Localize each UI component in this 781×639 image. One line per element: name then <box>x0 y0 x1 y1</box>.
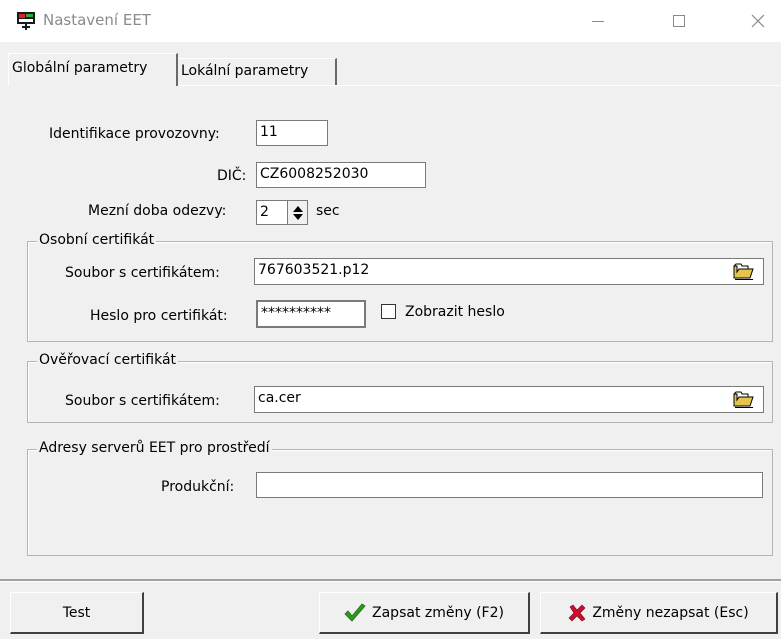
overovaci-certifikat-title: Ověřovací certifikát <box>37 352 179 368</box>
close-button[interactable] <box>735 0 781 42</box>
test-button-label: Test <box>62 604 91 621</box>
checkmark-icon <box>344 602 366 622</box>
window-title: Nastavení EET <box>43 11 151 29</box>
zapsat-zmeny-label: Zapsat změny (F2) <box>372 604 504 621</box>
osobni-soubor-label: Soubor s certifikátem: <box>65 265 220 281</box>
eet-app-icon <box>17 12 35 30</box>
identifikace-label: Identifikace provozovny: <box>49 126 220 142</box>
maximize-icon <box>673 15 685 27</box>
title-bar: Nastavení EET <box>0 0 781 42</box>
heslo-label: Heslo pro certifikát: <box>90 308 228 324</box>
mezni-doba-input[interactable]: 2 <box>256 200 288 225</box>
dic-label: DIČ: <box>217 168 247 184</box>
minimize-icon <box>592 20 604 22</box>
minimize-button[interactable] <box>575 0 621 42</box>
maximize-button[interactable] <box>656 0 702 42</box>
tab-globalni-parametry[interactable]: Globální parametry <box>8 53 178 86</box>
test-button[interactable]: Test <box>10 592 144 634</box>
zobrazit-heslo-label: Zobrazit heslo <box>405 304 505 320</box>
open-folder-icon[interactable] <box>733 389 755 409</box>
adresy-serveru-title: Adresy serverů EET pro prostředí <box>37 440 272 456</box>
spin-up-icon <box>292 205 303 212</box>
spin-down-icon <box>292 213 303 220</box>
open-folder-icon[interactable] <box>733 261 755 281</box>
tab-label: Lokální parametry <box>181 63 309 79</box>
zmeny-nezapsat-button[interactable]: Změny nezapsat (Esc) <box>540 592 778 634</box>
mezni-doba-spinner[interactable] <box>287 200 308 225</box>
cross-icon <box>568 604 586 621</box>
osobni-certifikat-group <box>27 241 773 342</box>
zobrazit-heslo-checkbox[interactable] <box>381 304 396 319</box>
footer-separator <box>0 579 781 582</box>
overovaci-soubor-label: Soubor s certifikátem: <box>65 393 220 409</box>
produkcni-label: Produkční: <box>161 479 235 495</box>
adresy-serveru-group <box>27 449 773 556</box>
close-icon <box>751 14 765 28</box>
mezni-doba-label: Mezní doba odezvy: <box>88 203 227 219</box>
osobni-soubor-input[interactable]: 767603521.p12 <box>254 258 764 285</box>
identifikace-input[interactable]: 11 <box>256 120 328 146</box>
tab-lokalni-parametry[interactable]: Lokální parametry <box>178 58 337 86</box>
osobni-certifikat-title: Osobní certifikát <box>37 232 157 248</box>
zapsat-zmeny-button[interactable]: Zapsat změny (F2) <box>319 592 530 634</box>
tab-label: Globální parametry <box>12 60 148 76</box>
produkcni-input[interactable] <box>256 472 763 498</box>
zmeny-nezapsat-label: Změny nezapsat (Esc) <box>592 604 749 621</box>
mezni-doba-unit: sec <box>316 203 340 219</box>
overovaci-soubor-input[interactable]: ca.cer <box>254 386 764 413</box>
dic-input[interactable]: CZ6008252030 <box>256 162 426 188</box>
heslo-input[interactable]: ********** <box>256 300 366 328</box>
